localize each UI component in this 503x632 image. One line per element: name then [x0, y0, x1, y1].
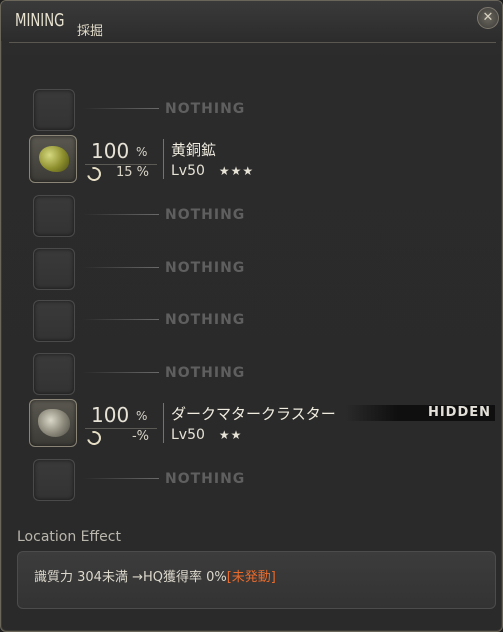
divider-line	[83, 108, 159, 109]
gathering-row-empty: NOTHING	[29, 351, 495, 399]
nothing-label: NOTHING	[165, 471, 246, 487]
dark-matter-cluster-icon	[38, 409, 70, 437]
gathering-row-empty: NOTHING	[29, 87, 495, 135]
nothing-label: NOTHING	[165, 365, 246, 381]
gathering-row-empty: NOTHING	[29, 298, 495, 346]
gathering-row-item[interactable]: 100 % 15 % 黄銅鉱 Lv50 ★★★	[29, 135, 495, 184]
percent-sign: %	[136, 409, 148, 423]
nothing-label: NOTHING	[165, 312, 246, 328]
nothing-label: NOTHING	[165, 101, 246, 117]
hq-icon	[84, 428, 104, 448]
success-rate: 100	[91, 139, 130, 163]
success-rate: 100	[91, 403, 130, 427]
gathering-row-empty: NOTHING	[29, 457, 495, 505]
divider-line	[83, 319, 159, 320]
close-icon[interactable]: ✕	[477, 7, 499, 29]
empty-slot[interactable]	[33, 248, 75, 290]
empty-slot[interactable]	[33, 459, 75, 501]
item-level: Lv50 ★★	[171, 427, 243, 443]
location-effect-status: [未発動]	[226, 570, 276, 585]
title-divider	[9, 42, 496, 43]
divider-line	[83, 267, 159, 268]
item-slot[interactable]	[29, 135, 77, 183]
mining-window: MINING 採掘 ✕ NOTHING 100 % 15 % 黄銅鉱 Lv50 ★…	[0, 0, 503, 632]
item-name: 黄銅鉱	[171, 141, 217, 159]
title-bar[interactable]: MINING 採掘 ✕	[1, 1, 502, 41]
empty-slot[interactable]	[33, 89, 75, 131]
location-effect-text: 識質力 304未満 →HQ獲得率 0%[未発動]	[34, 570, 276, 585]
divider-line	[83, 372, 159, 373]
empty-slot[interactable]	[33, 195, 75, 237]
empty-slot[interactable]	[33, 300, 75, 342]
yellow-ore-icon	[39, 146, 69, 172]
star-rating: ★★	[218, 428, 243, 442]
location-effect-label: Location Effect	[17, 529, 121, 545]
nothing-label: NOTHING	[165, 260, 246, 276]
empty-slot[interactable]	[33, 353, 75, 395]
percent-sign: %	[136, 145, 148, 159]
hq-rate: -%	[131, 429, 149, 444]
hidden-badge: HIDDEN	[345, 405, 495, 421]
gathering-row-empty: NOTHING	[29, 193, 495, 241]
divider-line	[83, 214, 159, 215]
star-rating: ★★★	[218, 164, 255, 178]
column-divider	[163, 139, 164, 179]
window-subtitle: 採掘	[77, 24, 104, 39]
item-level: Lv50 ★★★	[171, 163, 255, 179]
hq-rate: 15 %	[115, 165, 149, 180]
divider-line	[83, 478, 159, 479]
item-slot[interactable]	[29, 399, 77, 447]
location-effect-box: 識質力 304未満 →HQ獲得率 0%[未発動]	[17, 551, 496, 609]
gathering-row-item[interactable]: 100 % -% ダークマタークラスター Lv50 ★★ HIDDEN	[29, 399, 495, 448]
column-divider	[163, 403, 164, 443]
hq-icon	[84, 164, 104, 184]
window-title: MINING	[15, 10, 65, 31]
gathering-row-empty: NOTHING	[29, 246, 495, 294]
nothing-label: NOTHING	[165, 207, 246, 223]
item-name: ダークマタークラスター	[171, 405, 336, 423]
